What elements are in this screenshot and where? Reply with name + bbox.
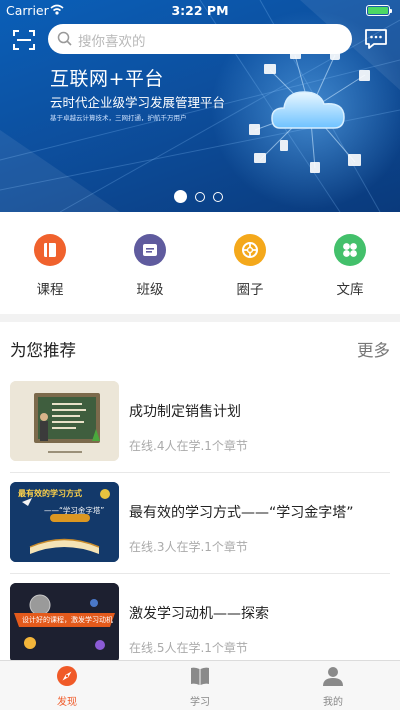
tab-label: 我的: [323, 697, 343, 708]
course-meta: 在线.5人在学.1个章节: [129, 641, 248, 655]
more-link[interactable]: 更多: [357, 337, 390, 361]
status-time: 3:22 PM: [171, 3, 229, 18]
course-title: 成功制定销售计划: [129, 404, 241, 420]
course-meta: 在线.4人在学.1个章节: [129, 439, 248, 453]
circle-group-icon: [234, 234, 266, 266]
thumbnail-caption: 设计好的课程，激发学习动机: [22, 616, 113, 624]
tab-study[interactable]: 学习: [155, 665, 245, 708]
banner-small-text: 基于卓越云计算技术，三网打通，护航千万用户: [50, 114, 187, 122]
course-thumbnail: 设计好的课程，激发学习动机: [10, 583, 119, 663]
category-class[interactable]: 班级: [110, 234, 190, 298]
library-clover-icon: [334, 234, 366, 266]
banner-subtitle: 云时代企业级学习发展管理平台: [50, 95, 226, 110]
course-item[interactable]: 成功制定销售计划 在线.4人在学.1个章节: [10, 381, 390, 491]
course-item[interactable]: 最有效的学习方式 ——“学习金字塔” 最有效的学习方式——“学习金字塔” 在线.…: [10, 482, 390, 592]
tab-mine[interactable]: 我的: [288, 665, 378, 708]
carousel-dot-3[interactable]: [213, 192, 223, 202]
carousel-dot-2[interactable]: [195, 192, 205, 202]
course-book-icon: [34, 234, 66, 266]
course-thumbnail: [10, 381, 119, 461]
search-icon: [57, 31, 72, 46]
tab-label: 发现: [57, 697, 77, 708]
section-divider: [0, 314, 400, 322]
message-icon[interactable]: [364, 28, 388, 50]
category-nav: 课程 班级 圈子 文库: [0, 212, 400, 314]
category-label: 文库: [336, 282, 364, 298]
course-title: 激发学习动机——探索: [129, 606, 269, 622]
recommend-title: 为您推荐: [10, 341, 76, 360]
category-course[interactable]: 课程: [10, 234, 90, 298]
bottom-tab-bar: 发现 学习 我的: [0, 660, 400, 710]
thumbnail-subcaption: ——“学习金字塔”: [44, 506, 105, 515]
category-label: 班级: [136, 282, 164, 298]
course-meta: 在线.3人在学.1个章节: [129, 540, 248, 554]
book-icon: [189, 665, 211, 687]
category-circle[interactable]: 圈子: [210, 234, 290, 298]
row-divider: [10, 573, 390, 574]
recommend-header: 为您推荐 更多: [0, 322, 400, 372]
category-label: 课程: [36, 282, 64, 298]
user-icon: [322, 665, 344, 687]
status-bar: Carrier 3:22 PM: [0, 0, 400, 22]
banner-carousel[interactable]: Carrier 3:22 PM 搜你喜欢的 互联网+平台 云时代企业级学习发展管…: [0, 0, 400, 212]
scan-icon[interactable]: [12, 28, 36, 52]
category-library[interactable]: 文库: [310, 234, 390, 298]
tab-discover[interactable]: 发现: [22, 665, 112, 708]
cloud-illustration: [249, 50, 370, 173]
tab-label: 学习: [190, 697, 210, 708]
course-thumbnail: 最有效的学习方式 ——“学习金字塔”: [10, 482, 119, 562]
row-divider: [10, 472, 390, 473]
course-title: 最有效的学习方式——“学习金字塔”: [129, 505, 354, 521]
search-placeholder: 搜你喜欢的: [78, 34, 146, 50]
battery-icon: [366, 5, 392, 16]
carousel-dot-1[interactable]: [174, 190, 187, 203]
thumbnail-caption: 最有效的学习方式: [18, 489, 82, 498]
class-card-icon: [134, 234, 166, 266]
category-label: 圈子: [236, 282, 264, 298]
banner-title: 互联网+平台: [50, 68, 164, 90]
compass-icon: [56, 665, 78, 687]
